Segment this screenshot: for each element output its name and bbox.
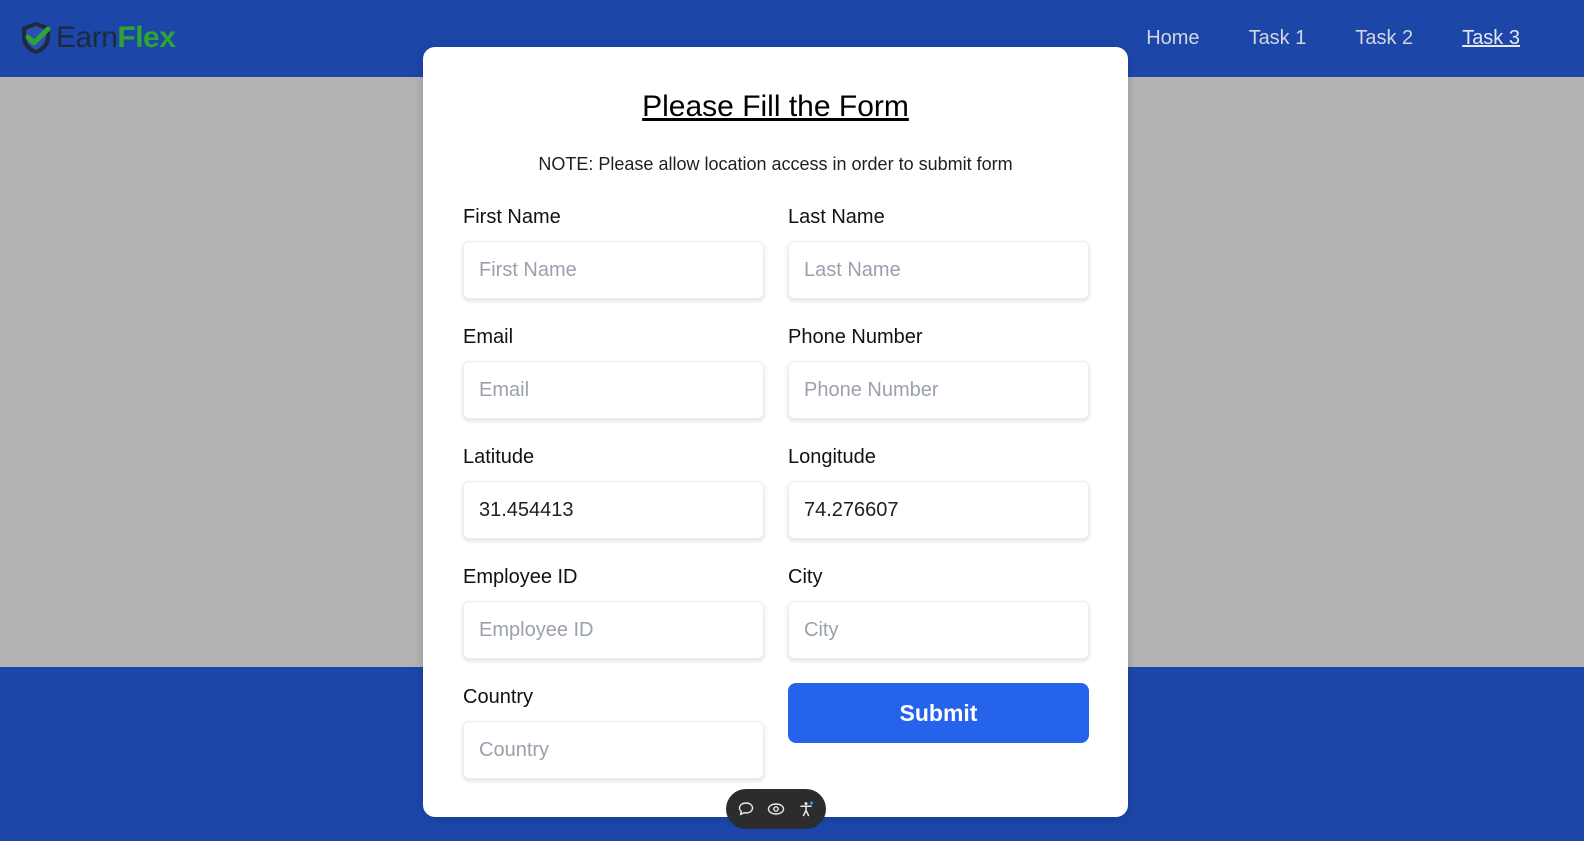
main-nav: Home Task 1 Task 2 Task 3 <box>1146 24 1520 52</box>
brand-name-flex: Flex <box>117 21 176 54</box>
nav-home[interactable]: Home <box>1146 24 1199 52</box>
chat-icon[interactable] <box>737 800 755 818</box>
brand-logo[interactable]: EarnFlex <box>18 18 176 58</box>
last-name-label: Last Name <box>788 206 885 228</box>
country-label: Country <box>463 686 534 708</box>
latitude-group: Latitude <box>463 445 764 539</box>
brand-name-earn: Earn <box>56 21 118 54</box>
last-name-group: Last Name <box>788 205 1089 299</box>
email-label: Email <box>463 326 514 348</box>
last-name-input[interactable] <box>788 241 1089 299</box>
country-group: Country <box>463 685 764 779</box>
first-name-input[interactable] <box>463 241 764 299</box>
email-group: Email <box>463 325 764 419</box>
first-name-label: First Name <box>463 206 561 228</box>
country-input[interactable] <box>463 721 764 779</box>
form-modal: Please Fill the Form NOTE: Please allow … <box>423 47 1128 817</box>
floating-toolbar <box>726 789 826 829</box>
first-name-group: First Name <box>463 205 764 299</box>
longitude-group: Longitude <box>788 445 1089 539</box>
employee-id-input[interactable] <box>463 601 764 659</box>
city-input[interactable] <box>788 601 1089 659</box>
shield-check-icon <box>22 22 51 54</box>
accessibility-icon[interactable] <box>797 800 815 818</box>
nav-task-2[interactable]: Task 2 <box>1355 24 1413 52</box>
latitude-label: Latitude <box>463 446 535 468</box>
form-title: Please Fill the Form <box>642 90 909 123</box>
employee-id-label: Employee ID <box>463 566 578 588</box>
city-label: City <box>788 566 823 588</box>
brand-name: EarnFlex <box>56 20 176 56</box>
phone-label: Phone Number <box>788 326 923 348</box>
employee-id-group: Employee ID <box>463 565 764 659</box>
email-input[interactable] <box>463 361 764 419</box>
nav-task-3[interactable]: Task 3 <box>1462 24 1520 52</box>
city-group: City <box>788 565 1089 659</box>
longitude-input[interactable] <box>788 481 1089 539</box>
phone-input[interactable] <box>788 361 1089 419</box>
latitude-input[interactable] <box>463 481 764 539</box>
longitude-label: Longitude <box>788 446 876 468</box>
submit-button[interactable]: Submit <box>788 683 1089 743</box>
nav-task-1[interactable]: Task 1 <box>1249 24 1307 52</box>
phone-group: Phone Number <box>788 325 1089 419</box>
location-note: NOTE: Please allow location access in or… <box>538 154 1013 174</box>
eye-icon[interactable] <box>767 800 785 818</box>
